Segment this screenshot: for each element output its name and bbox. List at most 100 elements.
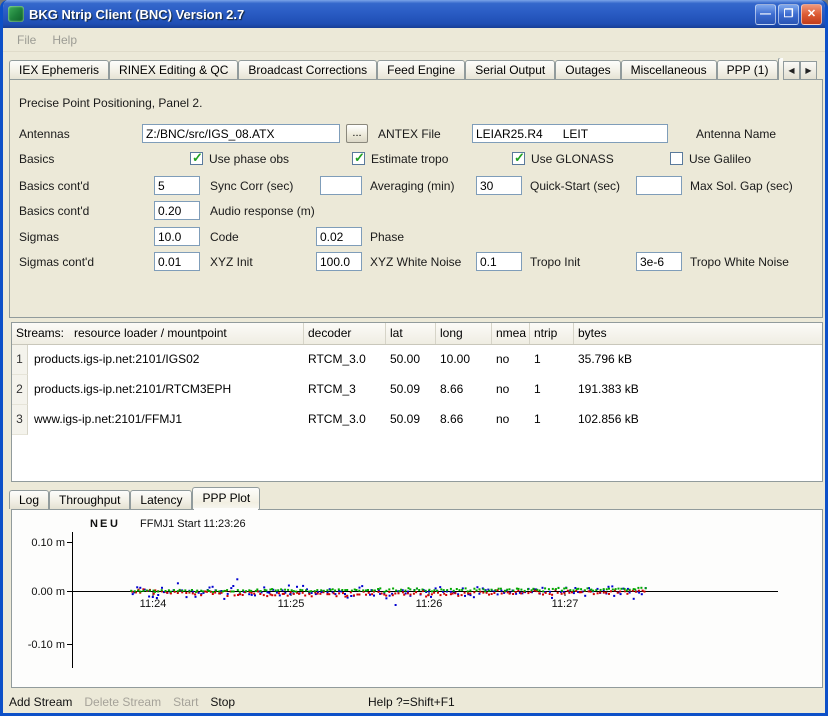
legend-e: E	[100, 518, 107, 530]
tab-broadcast-corrections[interactable]: Broadcast Corrections	[238, 60, 377, 80]
tab-ppp-plot[interactable]: PPP Plot	[192, 487, 260, 509]
xyz-init-input[interactable]	[154, 252, 200, 271]
audio-response-label: Audio response (m)	[210, 204, 315, 218]
title-bar[interactable]: BKG Ntrip Client (BNC) Version 2.7 — ❐ ✕	[0, 0, 828, 28]
tab-outages[interactable]: Outages	[555, 60, 620, 80]
tropo-init-label: Tropo Init	[530, 255, 580, 269]
cell-lat: 50.00	[386, 345, 436, 375]
menu-file[interactable]: File	[9, 30, 44, 50]
col-header-long[interactable]: long	[436, 323, 492, 344]
ppp2-panel: Precise Point Positioning, Panel 2. Ante…	[9, 79, 823, 318]
tab-scroll-right-icon[interactable]: ▶	[800, 61, 817, 80]
antennas-label: Antennas	[19, 127, 70, 141]
col-header-ntrip[interactable]: ntrip	[530, 323, 574, 344]
streams-table: Streams: resource loader / mountpoint de…	[11, 322, 823, 482]
legend-u: U	[110, 518, 118, 530]
sigmas2-label: Sigmas cont'd	[19, 255, 94, 269]
ppp-plot: N E U FFMJ1 Start 11:23:26 0.10 m 0.00 m…	[12, 510, 822, 687]
averaging-input[interactable]	[320, 176, 362, 195]
add-stream-button[interactable]: Add Stream	[3, 691, 78, 713]
cell-nmea: no	[492, 345, 530, 375]
sync-corr-input[interactable]	[154, 176, 200, 195]
max-sol-gap-input[interactable]	[636, 176, 682, 195]
cell-nmea: no	[492, 405, 530, 435]
xyz-white-noise-input[interactable]	[316, 252, 362, 271]
app-window: BKG Ntrip Client (BNC) Version 2.7 — ❐ ✕…	[0, 0, 828, 716]
legend-n: N	[90, 518, 98, 530]
delete-stream-button[interactable]: Delete Stream	[78, 691, 167, 713]
window-title: BKG Ntrip Client (BNC) Version 2.7	[29, 7, 753, 22]
col-header-bytes[interactable]: bytes	[574, 323, 822, 344]
xtick-1125: 11:25	[278, 598, 305, 610]
table-row[interactable]: 1 products.igs-ip.net:2101/IGS02 RTCM_3.…	[12, 345, 822, 375]
help-shortcut-label: Help ?=Shift+F1	[368, 695, 455, 709]
tab-iex-ephemeris[interactable]: IEX Ephemeris	[9, 60, 109, 80]
tab-feed-engine[interactable]: Feed Engine	[377, 60, 465, 80]
basics2-label: Basics cont'd	[19, 179, 89, 193]
antenna-name-input[interactable]	[472, 124, 668, 143]
tab-throughput[interactable]: Throughput	[49, 490, 130, 509]
tab-scroll-left-icon[interactable]: ◀	[783, 61, 800, 80]
tab-rinex-editing-qc[interactable]: RINEX Editing & QC	[109, 60, 238, 80]
antex-file-label: ANTEX File	[378, 127, 441, 141]
start-button[interactable]: Start	[167, 691, 204, 713]
maximize-button[interactable]: ❐	[778, 4, 799, 25]
cell-lat: 50.09	[386, 405, 436, 435]
app-icon	[8, 6, 24, 22]
minimize-button[interactable]: —	[755, 4, 776, 25]
use-galileo-checkbox[interactable]	[670, 152, 683, 165]
quick-start-label: Quick-Start (sec)	[530, 179, 620, 193]
tab-ppp-2[interactable]: PPP (2)	[778, 58, 783, 80]
stop-button[interactable]: Stop	[204, 691, 241, 713]
ytick-000: 0.00 m	[31, 586, 65, 598]
xtick-1126: 11:26	[416, 598, 443, 610]
antex-path-input[interactable]	[142, 124, 340, 143]
col-header-nmea[interactable]: nmea	[492, 323, 530, 344]
browse-antex-button[interactable]: ...	[346, 124, 368, 143]
cell-decoder: RTCM_3	[304, 375, 386, 405]
sync-corr-label: Sync Corr (sec)	[210, 179, 293, 193]
tab-miscellaneous[interactable]: Miscellaneous	[621, 60, 717, 80]
col-header-mountpoint[interactable]: Streams: resource loader / mountpoint	[12, 323, 304, 344]
cell-long: 8.66	[436, 375, 492, 405]
tab-latency[interactable]: Latency	[130, 490, 192, 509]
xyz-white-noise-label: XYZ White Noise	[370, 255, 461, 269]
use-phase-obs-checkbox[interactable]	[190, 152, 203, 165]
table-row[interactable]: 2 products.igs-ip.net:2101/RTCM3EPH RTCM…	[12, 375, 822, 405]
table-row[interactable]: 3 www.igs-ip.net:2101/FFMJ1 RTCM_3.0 50.…	[12, 405, 822, 435]
sigma-code-label: Code	[210, 230, 239, 244]
cell-decoder: RTCM_3.0	[304, 405, 386, 435]
col-header-lat[interactable]: lat	[386, 323, 436, 344]
sigma-code-input[interactable]	[154, 227, 200, 246]
max-sol-gap-label: Max Sol. Gap (sec)	[690, 179, 793, 193]
close-button[interactable]: ✕	[801, 4, 822, 25]
tab-serial-output[interactable]: Serial Output	[465, 60, 555, 80]
audio-response-input[interactable]	[154, 201, 200, 220]
tropo-init-input[interactable]	[476, 252, 522, 271]
sigma-phase-input[interactable]	[316, 227, 362, 246]
col-header-decoder[interactable]: decoder	[304, 323, 386, 344]
cell-mountpoint: products.igs-ip.net:2101/RTCM3EPH	[28, 375, 304, 405]
use-glonass-label: Use GLONASS	[531, 152, 614, 166]
use-galileo-label: Use Galileo	[689, 152, 751, 166]
use-glonass-checkbox[interactable]	[512, 152, 525, 165]
use-phase-obs-label: Use phase obs	[209, 152, 289, 166]
menu-help[interactable]: Help	[44, 30, 85, 50]
tab-log[interactable]: Log	[9, 490, 49, 509]
tropo-white-noise-input[interactable]	[636, 252, 682, 271]
main-tab-bar: IEX Ephemeris RINEX Editing & QC Broadca…	[9, 58, 783, 80]
ppp-plot-panel: N E U FFMJ1 Start 11:23:26 0.10 m 0.00 m…	[11, 509, 823, 688]
tab-ppp-1[interactable]: PPP (1)	[717, 60, 779, 80]
xtick-1124: 11:24	[140, 598, 167, 610]
panel-title: Precise Point Positioning, Panel 2.	[19, 96, 202, 110]
sigmas-label: Sigmas	[19, 230, 59, 244]
basics-label: Basics	[19, 152, 54, 166]
averaging-label: Averaging (min)	[370, 179, 454, 193]
quick-start-input[interactable]	[476, 176, 522, 195]
ytick-010: 0.10 m	[31, 537, 65, 549]
bottom-tab-bar: Log Throughput Latency PPP Plot	[9, 488, 260, 509]
estimate-tropo-label: Estimate tropo	[371, 152, 448, 166]
xtick-1127: 11:27	[552, 598, 579, 610]
row-number: 1	[12, 345, 28, 375]
estimate-tropo-checkbox[interactable]	[352, 152, 365, 165]
